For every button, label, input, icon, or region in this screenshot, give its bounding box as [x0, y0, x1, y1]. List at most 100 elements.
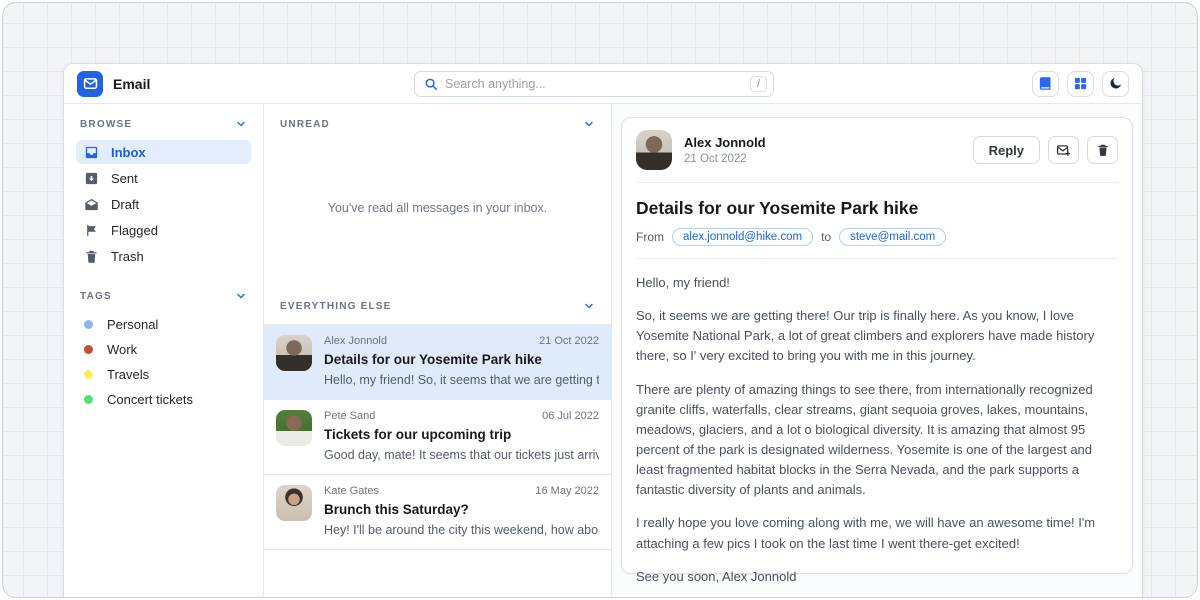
message-list-column: UNREAD You've read all messages in your … [264, 104, 612, 598]
sidebar-item-trash[interactable]: Trash [76, 244, 251, 268]
message-date: 21 Oct 2022 [539, 335, 599, 347]
tag-color-dot [84, 345, 93, 354]
avatar [636, 130, 672, 170]
tag-item-travels[interactable]: Travels [76, 362, 251, 387]
list-item-brunch[interactable]: Kate Gates 16 May 2022 Brunch this Satur… [264, 475, 611, 550]
app-title: Email [113, 76, 150, 92]
search-placeholder: Search anything... [445, 77, 750, 91]
everything-else-section-header[interactable]: EVERYTHING ELSE [264, 286, 611, 312]
sender-name: Pete Sand [324, 410, 542, 422]
sidebar-item-draft[interactable]: Draft [76, 192, 251, 216]
message-list: Alex Jonnold 21 Oct 2022 Details for our… [264, 324, 611, 550]
message-title: Brunch this Saturday? [324, 502, 599, 517]
sidebar-item-label: Sent [111, 171, 138, 186]
search-shortcut-badge: / [750, 76, 767, 92]
avatar [276, 410, 312, 446]
chevron-down-icon[interactable] [583, 300, 595, 312]
divider [636, 182, 1118, 183]
chevron-down-icon[interactable] [235, 118, 247, 130]
search-icon [424, 77, 438, 91]
body-paragraph: Hello, my friend! [636, 273, 1118, 293]
message-detail-card: Alex Jonnold 21 Oct 2022 Reply [621, 117, 1133, 574]
list-item-tickets[interactable]: Pete Sand 06 Jul 2022 Tickets for our up… [264, 400, 611, 475]
sidebar-item-sent[interactable]: Sent [76, 166, 251, 190]
browse-section-header[interactable]: BROWSE [76, 118, 251, 130]
detail-sender-name: Alex Jonnold [684, 135, 961, 150]
apps-grid-icon [1073, 76, 1088, 91]
chevron-down-icon[interactable] [583, 118, 595, 130]
tag-item-concert-tickets[interactable]: Concert tickets [76, 387, 251, 412]
sidebar: BROWSE Inbox Sent Draft Flagged [64, 104, 264, 598]
email-subject: Details for our Yosemite Park hike [636, 198, 1118, 219]
email-app-window: Email Search anything... / [63, 63, 1143, 598]
detail-actions: Reply [973, 136, 1118, 164]
email-body: Hello, my friend! So, it seems we are ge… [636, 273, 1118, 598]
apps-grid-button[interactable] [1067, 71, 1094, 97]
sender-name: Kate Gates [324, 485, 535, 497]
book-button[interactable] [1032, 71, 1059, 97]
sidebar-item-flagged[interactable]: Flagged [76, 218, 251, 242]
empty-state-text: You've read all messages in your inbox. [328, 201, 547, 215]
sidebar-item-label: Draft [111, 197, 139, 212]
everything-else-label: EVERYTHING ELSE [280, 301, 392, 312]
to-label: to [821, 230, 831, 244]
unread-empty-state: You've read all messages in your inbox. [264, 130, 611, 286]
draft-icon [84, 197, 99, 212]
body-paragraph: There are plenty of amazing things to se… [636, 380, 1118, 501]
envelope-plus-icon [1056, 143, 1071, 158]
tag-label: Concert tickets [107, 392, 193, 407]
delete-button[interactable] [1087, 136, 1118, 164]
dark-mode-toggle[interactable] [1102, 71, 1129, 97]
tag-label: Work [107, 342, 137, 357]
tag-item-work[interactable]: Work [76, 337, 251, 362]
detail-header: Alex Jonnold 21 Oct 2022 Reply [636, 130, 1118, 170]
sidebar-item-inbox[interactable]: Inbox [76, 140, 251, 164]
page-background: Email Search anything... / [2, 2, 1198, 598]
unread-section-header[interactable]: UNREAD [264, 104, 611, 130]
tags-label: TAGS [80, 291, 112, 302]
sidebar-item-label: Trash [111, 249, 144, 264]
search-input[interactable]: Search anything... / [414, 71, 774, 97]
forward-email-button[interactable] [1048, 136, 1079, 164]
tag-color-dot [84, 370, 93, 379]
sender-name: Alex Jonnold [324, 335, 539, 347]
reply-button[interactable]: Reply [973, 136, 1040, 164]
tags-section-header[interactable]: TAGS [76, 290, 251, 302]
tag-label: Travels [107, 367, 149, 382]
sidebar-item-label: Inbox [111, 145, 146, 160]
email-logo [77, 71, 103, 97]
message-detail-pane: Alex Jonnold 21 Oct 2022 Reply [612, 104, 1142, 598]
message-snippet: Hello, my friend! So, it seems that we a… [324, 373, 599, 387]
from-to-row: From alex.jonnold@hike.com to steve@mail… [636, 228, 1118, 246]
envelope-icon [83, 76, 98, 91]
tag-item-personal[interactable]: Personal [76, 312, 251, 337]
sent-icon [84, 171, 99, 186]
body-paragraph: So, it seems we are getting there! Our t… [636, 306, 1118, 366]
tag-label: Personal [107, 317, 158, 332]
trash-icon [84, 249, 99, 264]
sidebar-item-label: Flagged [111, 223, 158, 238]
message-snippet: Hey! I'll be around the city this weeken… [324, 523, 599, 537]
list-item-yosemite-hike[interactable]: Alex Jonnold 21 Oct 2022 Details for our… [264, 325, 611, 400]
message-title: Tickets for our upcoming trip [324, 427, 599, 442]
app-body: BROWSE Inbox Sent Draft Flagged [64, 104, 1142, 598]
body-paragraph: I really hope you love coming along with… [636, 513, 1118, 553]
from-label: From [636, 230, 664, 244]
unread-label: UNREAD [280, 119, 330, 130]
detail-date: 21 Oct 2022 [684, 153, 961, 165]
message-title: Details for our Yosemite Park hike [324, 352, 599, 367]
tag-color-dot [84, 395, 93, 404]
book-icon [1038, 76, 1053, 91]
from-email-chip[interactable]: alex.jonnold@hike.com [672, 228, 813, 246]
avatar [276, 335, 312, 371]
to-email-chip[interactable]: steve@mail.com [839, 228, 946, 246]
avatar [276, 485, 312, 521]
divider [636, 258, 1118, 259]
browse-label: BROWSE [80, 119, 132, 130]
moon-icon [1108, 76, 1123, 91]
flag-icon [84, 223, 99, 238]
app-header: Email Search anything... / [64, 64, 1142, 104]
chevron-down-icon[interactable] [235, 290, 247, 302]
message-date: 06 Jul 2022 [542, 410, 599, 422]
body-paragraph: See you soon, Alex Jonnold [636, 567, 1118, 587]
